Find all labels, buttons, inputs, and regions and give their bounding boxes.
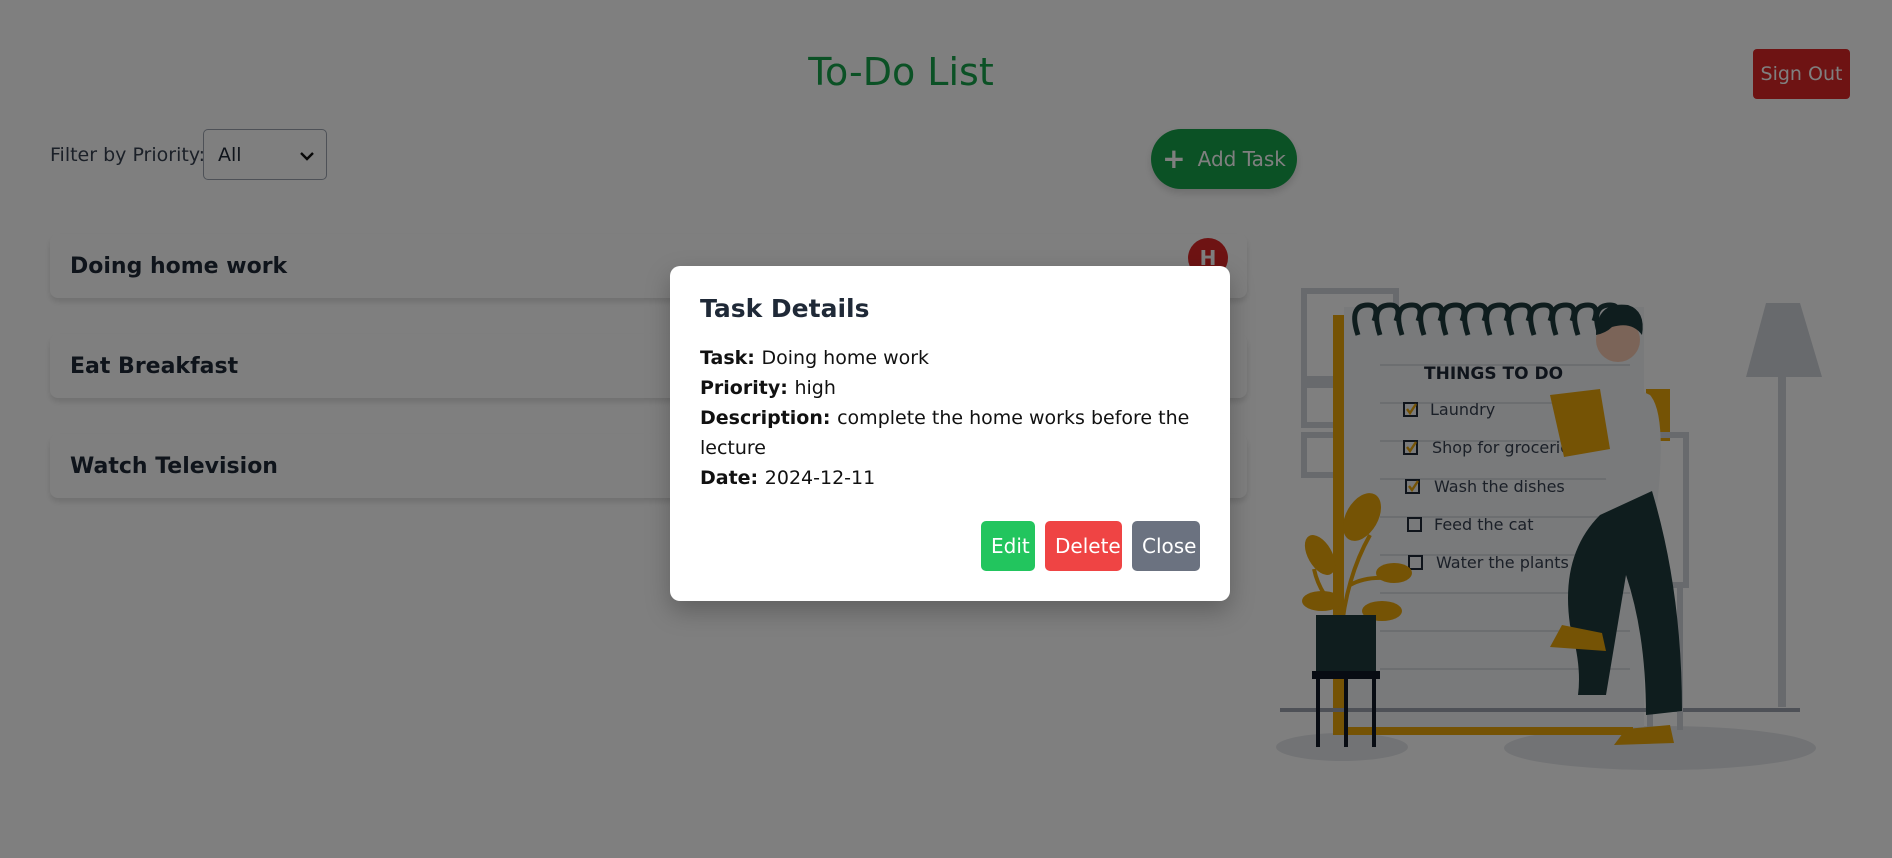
priority-value: high [794,377,836,399]
close-button[interactable]: Close [1132,521,1200,571]
task-details-modal: Task Details Task: Doing home work Prior… [670,266,1230,601]
modal-actions: Edit Delete Close [981,521,1200,571]
date-value: 2024-12-11 [764,467,876,489]
modal-title: Task Details [700,294,870,323]
priority-row: Priority: high [700,373,1200,403]
priority-label: Priority: [700,377,795,399]
task-row: Task: Doing home work [700,343,1200,373]
todo-page: To-Do List Sign Out Filter by Priority: … [0,0,1892,858]
date-label: Date: [700,467,765,489]
delete-button[interactable]: Delete [1045,521,1122,571]
task-value: Doing home work [761,347,930,369]
description-label: Description: [700,407,838,429]
task-label: Task: [700,347,762,369]
edit-button[interactable]: Edit [981,521,1035,571]
description-row: Description: complete the home works bef… [700,403,1200,463]
date-row: Date: 2024-12-11 [700,463,1200,493]
